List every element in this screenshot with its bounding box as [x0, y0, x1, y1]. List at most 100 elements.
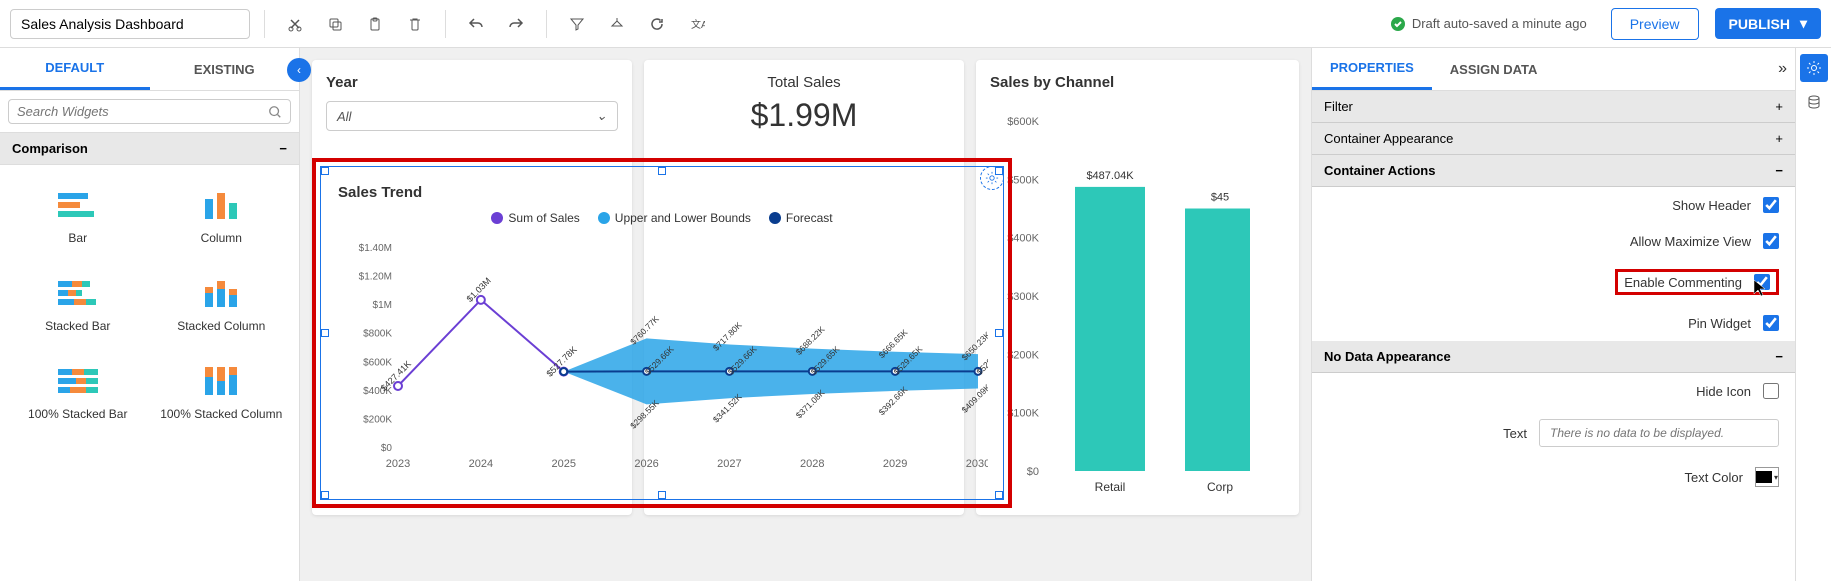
- property-tabs: PROPERTIES ASSIGN DATA »: [1312, 48, 1795, 91]
- widget-stacked-bar[interactable]: Stacked Bar: [12, 265, 144, 341]
- widget-bar[interactable]: Bar: [12, 177, 144, 253]
- minus-icon: −: [1775, 349, 1783, 364]
- svg-text:文A: 文A: [691, 18, 705, 31]
- copy-icon[interactable]: [319, 8, 351, 40]
- svg-text:2029: 2029: [883, 458, 907, 470]
- translate-icon[interactable]: 文A: [681, 8, 713, 40]
- top-toolbar: 文A Draft auto-saved a minute ago Preview…: [0, 0, 1831, 48]
- prop-label: Pin Widget: [1688, 316, 1751, 331]
- prop-enable-commenting-row: Enable Commenting: [1312, 259, 1795, 305]
- sales-by-channel-card: Sales by Channel $0$100K$200K$300K$400K$…: [976, 60, 1299, 515]
- prop-show-header: Show Header: [1312, 187, 1795, 223]
- prop-no-data-text: Text: [1312, 409, 1795, 457]
- minus-icon: −: [1775, 163, 1783, 178]
- tab-properties[interactable]: PROPERTIES: [1312, 48, 1432, 90]
- redo-icon[interactable]: [500, 8, 532, 40]
- pin-widget-checkbox[interactable]: [1763, 315, 1779, 331]
- theme-icon[interactable]: [601, 8, 633, 40]
- section-comparison[interactable]: Comparison −: [0, 132, 299, 165]
- cut-icon[interactable]: [279, 8, 311, 40]
- svg-text:2026: 2026: [634, 458, 658, 470]
- svg-text:2024: 2024: [469, 458, 493, 470]
- sales-trend-selection[interactable]: Sales Trend Sum of Sales Upper and Lower…: [312, 158, 1012, 508]
- legend-bounds: Upper and Lower Bounds: [615, 211, 751, 225]
- section-label: Container Actions: [1324, 163, 1435, 178]
- svg-text:$1.20M: $1.20M: [359, 272, 392, 283]
- delete-icon[interactable]: [399, 8, 431, 40]
- svg-text:2030: 2030: [966, 458, 988, 470]
- dashboard-name-input[interactable]: [10, 9, 250, 39]
- year-title: Year: [326, 74, 618, 91]
- widget-label: Stacked Column: [160, 319, 284, 333]
- widget-label: 100% Stacked Bar: [16, 407, 140, 421]
- legend-sum: Sum of Sales: [508, 211, 579, 225]
- publish-button[interactable]: PUBLISH ▾: [1715, 8, 1821, 39]
- enable-commenting-highlight: Enable Commenting: [1615, 269, 1779, 295]
- plus-icon: +: [1775, 131, 1783, 146]
- search-icon[interactable]: [268, 105, 282, 119]
- refresh-icon[interactable]: [641, 8, 673, 40]
- year-value: All: [337, 109, 351, 124]
- preview-button[interactable]: Preview: [1611, 8, 1699, 40]
- svg-text:$600K: $600K: [1007, 116, 1039, 128]
- right-rail: [1795, 48, 1831, 581]
- expand-panel-icon[interactable]: »: [1770, 52, 1795, 86]
- section-filter[interactable]: Filter +: [1312, 91, 1795, 123]
- prop-label: Show Header: [1672, 198, 1751, 213]
- filter-icon[interactable]: [561, 8, 593, 40]
- svg-text:$300K: $300K: [1007, 291, 1039, 303]
- year-dropdown[interactable]: All ⌄: [326, 101, 618, 131]
- section-label: Container Appearance: [1324, 131, 1453, 146]
- prop-hide-icon: Hide Icon: [1312, 373, 1795, 409]
- cursor-icon: [1752, 278, 1768, 298]
- widget-grid: Bar Column Stacked Bar Stacked Column 10…: [0, 165, 299, 441]
- paste-icon[interactable]: [359, 8, 391, 40]
- svg-text:$600K: $600K: [363, 357, 392, 368]
- section-no-data[interactable]: No Data Appearance −: [1312, 341, 1795, 373]
- trend-title: Sales Trend: [338, 184, 986, 201]
- widget-100-stacked-column[interactable]: 100% Stacked Column: [156, 353, 288, 429]
- section-container-appearance[interactable]: Container Appearance +: [1312, 123, 1795, 155]
- widget-stacked-column[interactable]: Stacked Column: [156, 265, 288, 341]
- tab-assign-data[interactable]: ASSIGN DATA: [1432, 50, 1556, 89]
- section-label: Comparison: [12, 141, 88, 156]
- collapse-palette-button[interactable]: ‹: [287, 58, 311, 82]
- svg-text:Corp: Corp: [1207, 480, 1233, 494]
- chevron-down-icon: ⌄: [596, 108, 607, 124]
- check-icon: [1390, 16, 1406, 32]
- undo-icon[interactable]: [460, 8, 492, 40]
- svg-text:$1.40M: $1.40M: [359, 243, 392, 254]
- hide-icon-checkbox[interactable]: [1763, 383, 1779, 399]
- chevron-left-icon: ‹: [297, 63, 301, 77]
- widget-label: Stacked Bar: [16, 319, 140, 333]
- text-color-picker[interactable]: ▾: [1755, 467, 1779, 487]
- total-sales-value: $1.99M: [658, 97, 950, 134]
- data-rail-button[interactable]: [1800, 88, 1828, 116]
- section-container-actions[interactable]: Container Actions −: [1312, 155, 1795, 187]
- svg-text:$500K: $500K: [1007, 174, 1039, 186]
- widget-label: Bar: [16, 231, 140, 245]
- svg-text:2025: 2025: [551, 458, 575, 470]
- no-data-text-input[interactable]: [1539, 419, 1779, 447]
- tab-existing[interactable]: EXISTING: [150, 50, 300, 89]
- trend-legend: Sum of Sales Upper and Lower Bounds Fore…: [338, 211, 986, 225]
- svg-text:$45: $45: [1211, 192, 1229, 204]
- settings-rail-button[interactable]: [1800, 54, 1828, 82]
- widget-label: Column: [160, 231, 284, 245]
- allow-maximize-checkbox[interactable]: [1763, 233, 1779, 249]
- widget-settings-button[interactable]: [980, 166, 1004, 190]
- show-header-checkbox[interactable]: [1763, 197, 1779, 213]
- widget-column[interactable]: Column: [156, 177, 288, 253]
- widget-100-stacked-bar[interactable]: 100% Stacked Bar: [12, 353, 144, 429]
- search-widgets-wrap: [8, 99, 291, 124]
- widget-palette: DEFAULT EXISTING ‹ Comparison − Bar Colu…: [0, 48, 300, 581]
- tab-default[interactable]: DEFAULT: [0, 48, 150, 90]
- channel-title: Sales by Channel: [990, 74, 1285, 91]
- prop-label: Hide Icon: [1696, 384, 1751, 399]
- section-label: Filter: [1324, 99, 1353, 114]
- search-widgets-input[interactable]: [17, 104, 268, 119]
- svg-text:$800K: $800K: [363, 329, 392, 340]
- svg-text:2028: 2028: [800, 458, 824, 470]
- palette-tabs: DEFAULT EXISTING ‹: [0, 48, 299, 91]
- dashboard-canvas[interactable]: Year All ⌄ Total Sales $1.99M Sales by C…: [300, 48, 1311, 581]
